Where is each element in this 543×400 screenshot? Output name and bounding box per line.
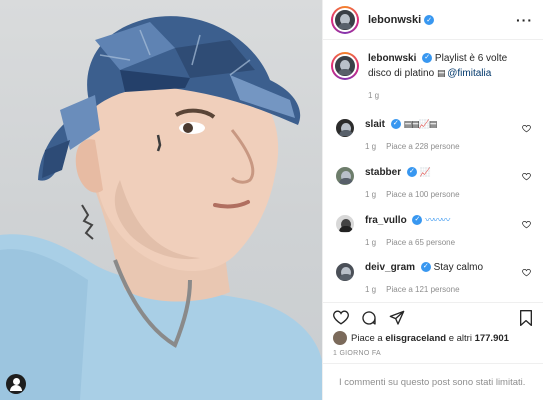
comment-likes[interactable]: Piace a 121 persone: [386, 285, 459, 294]
caption-mention[interactable]: @fimitalia: [447, 68, 491, 79]
verified-badge-icon: ✓: [390, 119, 401, 130]
liker-avatar[interactable]: [333, 331, 347, 345]
comment-username[interactable]: fra_vullo: [365, 215, 407, 226]
likes-summary: Piace a elisgraceland e altri 177.901: [333, 331, 509, 345]
comment-text: 〰〰〰: [425, 215, 450, 225]
caption-username[interactable]: lebonwski: [368, 53, 416, 64]
comment-text: ▤▤📈▤: [403, 119, 438, 129]
liker-username[interactable]: elisgraceland: [385, 333, 446, 344]
comment-likes[interactable]: Piace a 228 persone: [386, 142, 459, 151]
comment-username[interactable]: stabber: [365, 167, 401, 178]
caption-text: lebonwski ✓ Playlist è 6 volte disco di …: [368, 52, 533, 103]
comment-item: slait ✓ ▤▤📈▤ 1 g Piace a 228 persone: [331, 117, 533, 154]
comment-age: 1 g: [365, 238, 377, 247]
comments-limited-notice: I commenti su questo post sono stati lim…: [323, 363, 543, 400]
author-avatar[interactable]: [331, 5, 359, 34]
verified-badge-icon: ✓: [422, 53, 433, 64]
comment-text: Stay calmo: [433, 262, 484, 273]
portrait-image: [0, 16, 322, 400]
author-username[interactable]: lebonwski: [368, 14, 421, 26]
verified-badge-icon: ✓: [424, 14, 435, 25]
comment-item: fra_vullo ✓ 〰〰〰 1 g Piace a 65 persone: [331, 213, 533, 250]
caption-emoji: ▤: [436, 68, 445, 78]
comment-avatar[interactable]: [334, 261, 356, 283]
post-photo[interactable]: [0, 0, 322, 400]
comment-avatar[interactable]: [334, 213, 356, 235]
like-heart-icon[interactable]: [333, 310, 349, 325]
verified-badge-icon: ✓: [420, 262, 431, 273]
comment-avatar[interactable]: [334, 117, 356, 139]
likes-prefix: Piace a: [351, 332, 383, 344]
caption-age: 1 g: [368, 91, 380, 100]
comment-item: stabber ✓ 📈 1 g Piace a 100 persone: [331, 165, 533, 202]
like-comment-heart-icon[interactable]: [522, 220, 531, 229]
post-timestamp[interactable]: 1 GIORNO FA: [333, 350, 381, 357]
caption: lebonwski ✓ Playlist è 6 volte disco di …: [331, 52, 533, 103]
likes-middle: e altri: [448, 332, 472, 344]
post-sidebar: lebonwski ✓ ··· lebonwski ✓ Playlist è 6…: [322, 0, 543, 400]
post-header: lebonwski ✓ ···: [323, 0, 543, 40]
save-bookmark-icon[interactable]: [519, 309, 533, 326]
comment-age: 1 g: [365, 190, 377, 199]
comment-likes[interactable]: Piace a 100 persone: [386, 190, 459, 199]
comment-text: 📈: [419, 167, 431, 177]
share-paper-plane-icon[interactable]: [389, 310, 405, 326]
comment-age: 1 g: [365, 285, 377, 294]
more-options-icon[interactable]: ···: [516, 12, 533, 28]
verified-badge-icon: ✓: [406, 167, 417, 178]
verified-badge-icon: ✓: [412, 215, 423, 226]
comment-username[interactable]: slait: [365, 119, 385, 130]
comment-avatar[interactable]: [334, 165, 356, 187]
post-actions-bar: [323, 302, 543, 332]
comment-username[interactable]: deiv_gram: [365, 262, 415, 273]
caption-avatar[interactable]: [331, 52, 359, 80]
comments-list: lebonwski ✓ Playlist è 6 volte disco di …: [323, 40, 543, 297]
comment-likes[interactable]: Piace a 65 persone: [386, 238, 455, 247]
tagged-user-icon[interactable]: [6, 374, 26, 394]
like-comment-heart-icon[interactable]: [522, 124, 531, 133]
like-comment-heart-icon[interactable]: [522, 268, 531, 277]
comment-item: deiv_gram ✓ Stay calmo 1 g Piace a 121 pe…: [331, 261, 533, 297]
comment-bubble-icon[interactable]: [361, 310, 377, 326]
likes-count[interactable]: 177.901: [475, 333, 509, 344]
comment-age: 1 g: [365, 142, 377, 151]
like-comment-heart-icon[interactable]: [522, 172, 531, 181]
